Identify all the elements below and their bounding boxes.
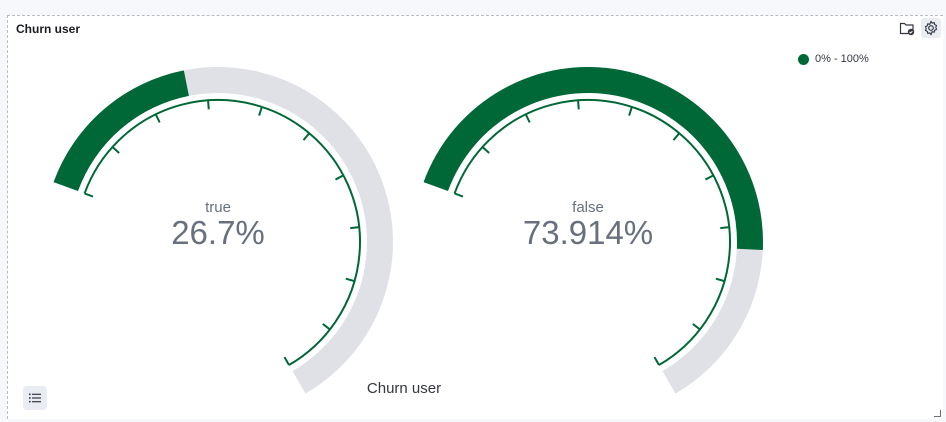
gauge-tick <box>720 226 730 230</box>
gauge-tick <box>350 226 360 230</box>
gauge-tick <box>154 113 161 123</box>
gauge-tick <box>692 323 701 331</box>
gauge-tick <box>283 356 290 366</box>
gauge-tick <box>207 100 210 110</box>
gauge-tick <box>672 132 681 141</box>
gauge-tick <box>704 174 714 181</box>
gauge-tick <box>302 132 311 141</box>
gauge-tick <box>653 356 660 366</box>
gauge-tick <box>481 146 490 154</box>
gauge-tick <box>628 106 633 116</box>
gauge-value: 73.914% <box>523 214 653 251</box>
gauge-fill <box>53 70 189 192</box>
gauge-chart: true26.7%false73.914% <box>53 66 763 394</box>
gauge-tick <box>84 192 94 198</box>
gauge-tick <box>345 277 355 283</box>
gauge-value: 26.7% <box>171 214 265 251</box>
gauge-tick <box>111 146 120 154</box>
gauge-tick <box>524 113 531 123</box>
gauge-tick <box>715 277 725 283</box>
gauge-tick <box>322 323 331 331</box>
gauge-tick <box>258 106 263 116</box>
gauge-tick <box>577 100 580 110</box>
gauge-tick <box>454 192 464 198</box>
gauge-tick <box>334 174 344 181</box>
